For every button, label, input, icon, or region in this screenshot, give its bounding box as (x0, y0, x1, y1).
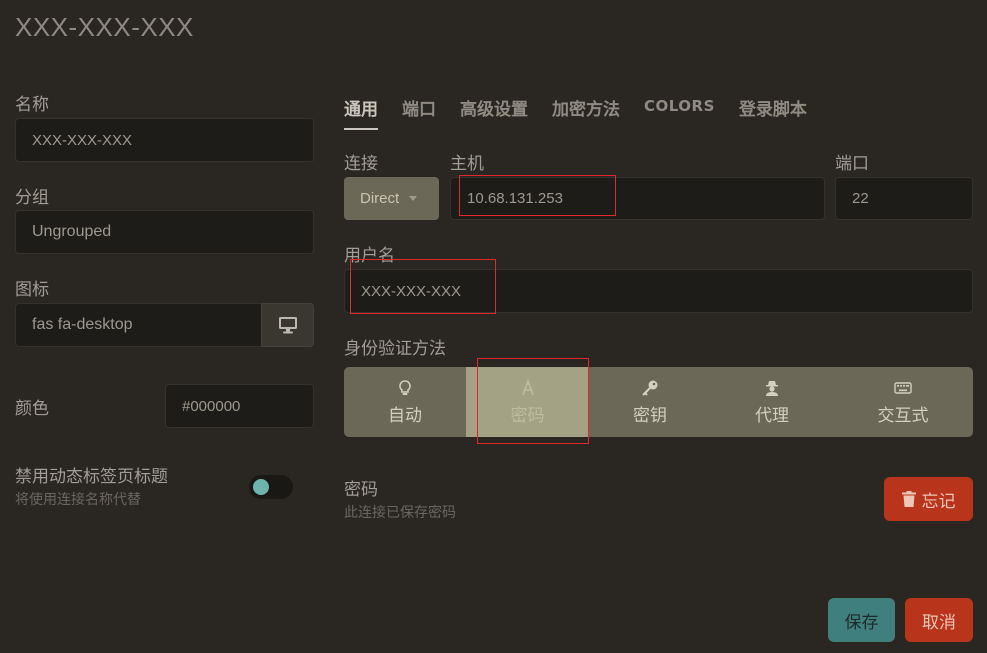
port-input[interactable]: 22 (835, 177, 973, 220)
disable-title-hint: 将使用连接名称代替 (15, 492, 141, 508)
forget-button-label: 忘记 (921, 491, 956, 512)
name-label: 名称 (15, 95, 49, 115)
auth-option-label: 密码 (510, 405, 545, 426)
disable-title-toggle[interactable] (249, 475, 293, 499)
icon-label: 图标 (15, 280, 49, 300)
icon-input[interactable]: fas fa-desktop (15, 303, 262, 347)
lightbulb-icon (399, 379, 411, 395)
font-icon (521, 378, 534, 395)
auth-method-label: 身份验证方法 (344, 339, 446, 359)
auth-option-label: 自动 (388, 405, 422, 426)
host-label: 主机 (450, 154, 484, 174)
chevron-down-icon (409, 196, 418, 201)
icon-picker-button[interactable] (261, 303, 314, 347)
auth-option-label: 交互式 (877, 405, 929, 426)
connection-editor: XXX-XXX-XXX 名称 XXX-XXX-XXX 分组 Ungrouped … (0, 0, 987, 653)
window-title: XXX-XXX-XXX (15, 12, 194, 42)
tab-ports[interactable]: 端口 (402, 95, 436, 130)
save-button[interactable]: 保存 (828, 598, 895, 642)
desktop-icon (278, 317, 297, 334)
name-input[interactable]: XXX-XXX-XXX (15, 118, 314, 162)
port-label: 端口 (835, 154, 869, 174)
auth-option-key[interactable]: 密钥 (589, 367, 711, 437)
auth-method-selector: 自动 密码 密钥 代理 交互式 (344, 367, 973, 437)
key-icon (642, 380, 658, 396)
tab-colors[interactable]: COLORS (644, 95, 715, 130)
auth-option-interactive[interactable]: 交互式 (833, 367, 973, 437)
keyboard-icon (894, 381, 912, 394)
username-label: 用户名 (344, 246, 395, 266)
auth-option-password[interactable]: 密码 (466, 367, 589, 437)
password-saved-hint: 此连接已保存密码 (344, 505, 456, 521)
color-label: 颜色 (15, 399, 49, 419)
forget-password-button[interactable]: 忘记 (884, 477, 973, 521)
connection-label: 连接 (344, 154, 378, 174)
toggle-knob (253, 479, 269, 495)
tab-ciphers[interactable]: 加密方法 (552, 95, 620, 130)
auth-option-label: 代理 (755, 405, 789, 426)
connection-select[interactable]: Direct (344, 177, 439, 220)
color-input[interactable]: #000000 (165, 384, 314, 428)
tab-login-scripts[interactable]: 登录脚本 (739, 95, 807, 130)
user-secret-icon (766, 380, 778, 396)
password-label: 密码 (344, 480, 378, 500)
group-input[interactable]: Ungrouped (15, 210, 314, 254)
connection-select-value: Direct (360, 190, 400, 207)
host-input[interactable]: 10.68.131.253 (450, 177, 825, 220)
tab-general[interactable]: 通用 (344, 95, 378, 130)
tab-bar: 通用 端口 高级设置 加密方法 COLORS 登录脚本 (344, 95, 807, 130)
auth-option-agent[interactable]: 代理 (711, 367, 833, 437)
username-input[interactable]: XXX-XXX-XXX (344, 269, 973, 313)
trash-icon (901, 491, 916, 507)
cancel-button[interactable]: 取消 (905, 598, 973, 642)
auth-option-label: 密钥 (633, 405, 667, 426)
disable-title-label: 禁用动态标签页标题 (15, 467, 168, 487)
tab-advanced[interactable]: 高级设置 (460, 95, 528, 130)
group-label: 分组 (15, 188, 49, 208)
auth-option-auto[interactable]: 自动 (344, 367, 466, 437)
